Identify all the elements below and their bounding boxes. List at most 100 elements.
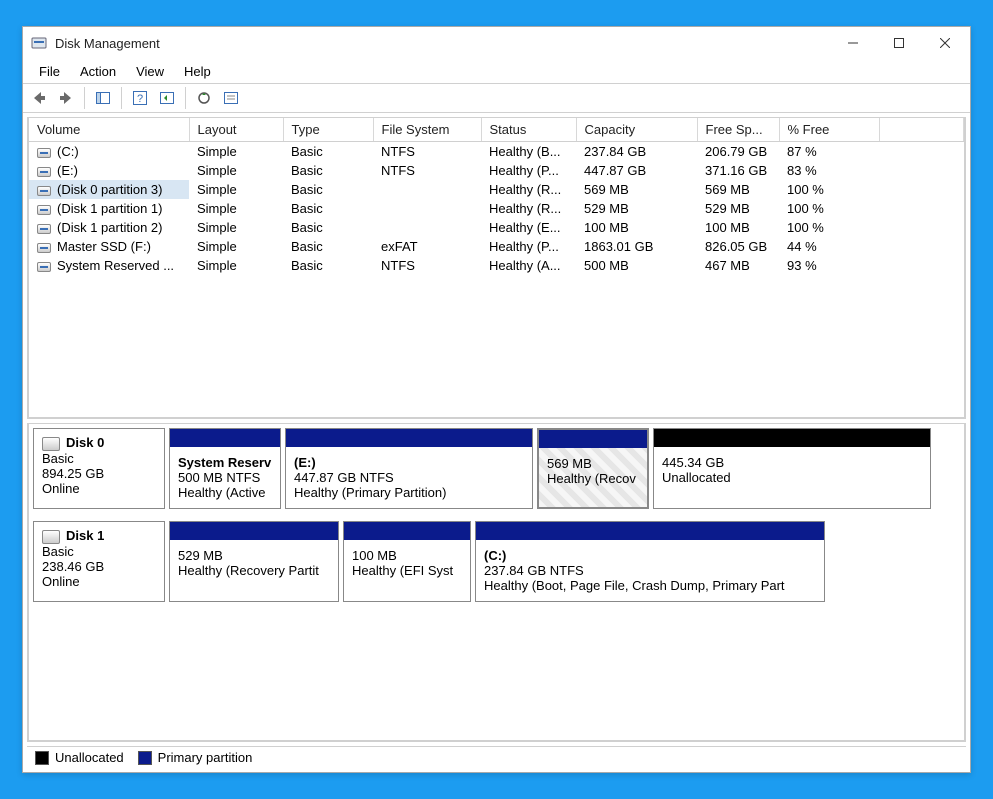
legend: Unallocated Primary partition: [27, 746, 966, 768]
volume-icon: [37, 148, 51, 158]
disk-status: Online: [42, 481, 156, 496]
partition-stripe: [539, 430, 647, 448]
partition-status: Healthy (Recov: [547, 471, 639, 486]
menu-help[interactable]: Help: [174, 62, 221, 81]
volume-header-row[interactable]: VolumeLayoutTypeFile SystemStatusCapacit…: [29, 118, 964, 142]
volume-icon: [37, 205, 51, 215]
toolbar-separator: [121, 87, 122, 109]
close-button[interactable]: [922, 28, 968, 58]
partition-stripe: [654, 429, 930, 447]
titlebar: Disk Management: [23, 27, 970, 59]
disk-row: Disk 1Basic238.46 GBOnline529 MBHealthy …: [29, 517, 964, 610]
refresh-button[interactable]: [155, 86, 179, 110]
forward-button[interactable]: [54, 86, 78, 110]
volume-icon: [37, 186, 51, 196]
partition-box[interactable]: (E:)447.87 GB NTFSHealthy (Primary Parti…: [285, 428, 533, 509]
partition-box[interactable]: System Reserv500 MB NTFSHealthy (Active: [169, 428, 281, 509]
column-header[interactable]: % Free: [779, 118, 879, 142]
volume-row[interactable]: (C:)SimpleBasicNTFSHealthy (B...237.84 G…: [29, 142, 964, 162]
column-header[interactable]: Capacity: [576, 118, 697, 142]
help-button[interactable]: ?: [128, 86, 152, 110]
partition-stripe: [170, 429, 280, 447]
partition-title: (E:): [294, 455, 524, 470]
disk-row: Disk 0Basic894.25 GBOnlineSystem Reserv5…: [29, 424, 964, 517]
partition-size: 237.84 GB NTFS: [484, 563, 816, 578]
disk-status: Online: [42, 574, 156, 589]
partition-size: 447.87 GB NTFS: [294, 470, 524, 485]
volume-list[interactable]: VolumeLayoutTypeFile SystemStatusCapacit…: [27, 117, 966, 419]
volume-row[interactable]: (Disk 1 partition 1)SimpleBasicHealthy (…: [29, 199, 964, 218]
volume-row[interactable]: Master SSD (F:)SimpleBasicexFATHealthy (…: [29, 237, 964, 256]
partition-size: 569 MB: [547, 456, 639, 471]
partition-stripe: [286, 429, 532, 447]
partition-status: Healthy (Boot, Page File, Crash Dump, Pr…: [484, 578, 816, 593]
disk-partitions: System Reserv500 MB NTFSHealthy (Active(…: [169, 428, 960, 509]
disk-partitions: 529 MBHealthy (Recovery Partit100 MBHeal…: [169, 521, 960, 602]
menubar: File Action View Help: [23, 59, 970, 83]
svg-text:?: ?: [137, 93, 143, 105]
partition-box[interactable]: (C:)237.84 GB NTFSHealthy (Boot, Page Fi…: [475, 521, 825, 602]
partition-stripe: [170, 522, 338, 540]
back-button[interactable]: [27, 86, 51, 110]
column-header[interactable]: Status: [481, 118, 576, 142]
partition-box[interactable]: 445.34 GBUnallocated: [653, 428, 931, 509]
window-title: Disk Management: [55, 36, 830, 51]
partition-stripe: [476, 522, 824, 540]
volume-row[interactable]: (Disk 1 partition 2)SimpleBasicHealthy (…: [29, 218, 964, 237]
partition-status: Healthy (Recovery Partit: [178, 563, 330, 578]
minimize-button[interactable]: [830, 28, 876, 58]
properties-button[interactable]: [219, 86, 243, 110]
volume-icon: [37, 167, 51, 177]
column-header[interactable]: Volume: [29, 118, 189, 142]
partition-size: 100 MB: [352, 548, 462, 563]
legend-swatch: [35, 751, 49, 765]
column-header[interactable]: File System: [373, 118, 481, 142]
partition-status: Unallocated: [662, 470, 922, 485]
partition-status: Healthy (EFI Syst: [352, 563, 462, 578]
disk-size: 238.46 GB: [42, 559, 156, 574]
partition-box[interactable]: 569 MBHealthy (Recov: [537, 428, 649, 509]
partition-stripe: [344, 522, 470, 540]
toolbar-separator: [185, 87, 186, 109]
legend-swatch: [138, 751, 152, 765]
partition-title: (C:): [484, 548, 816, 563]
column-header[interactable]: Layout: [189, 118, 283, 142]
maximize-button[interactable]: [876, 28, 922, 58]
app-icon: [31, 35, 47, 51]
disk-type: Basic: [42, 544, 156, 559]
menu-view[interactable]: View: [126, 62, 174, 81]
menu-file[interactable]: File: [29, 62, 70, 81]
legend-label: Unallocated: [55, 750, 124, 765]
partition-size: 500 MB NTFS: [178, 470, 272, 485]
disk-name: Disk 0: [66, 435, 104, 450]
disk-graphical-view[interactable]: Disk 0Basic894.25 GBOnlineSystem Reserv5…: [27, 423, 966, 742]
volume-table: VolumeLayoutTypeFile SystemStatusCapacit…: [29, 118, 964, 275]
disk-management-window: Disk Management File Action View Help: [22, 26, 971, 773]
legend-label: Primary partition: [158, 750, 253, 765]
disk-name: Disk 1: [66, 528, 104, 543]
partition-box[interactable]: 529 MBHealthy (Recovery Partit: [169, 521, 339, 602]
toolbar-separator: [84, 87, 85, 109]
volume-row[interactable]: (E:)SimpleBasicNTFSHealthy (P...447.87 G…: [29, 161, 964, 180]
disk-size: 894.25 GB: [42, 466, 156, 481]
partition-status: Healthy (Primary Partition): [294, 485, 524, 500]
column-header[interactable]: Free Sp...: [697, 118, 779, 142]
disk-type: Basic: [42, 451, 156, 466]
volume-icon: [37, 243, 51, 253]
column-header[interactable]: Type: [283, 118, 373, 142]
show-hide-tree-button[interactable]: [91, 86, 115, 110]
disk-info-box[interactable]: Disk 1Basic238.46 GBOnline: [33, 521, 165, 602]
partition-size: 445.34 GB: [662, 455, 922, 470]
volume-row[interactable]: System Reserved ...SimpleBasicNTFSHealth…: [29, 256, 964, 275]
disk-icon: [42, 530, 60, 544]
rescan-button[interactable]: [192, 86, 216, 110]
partition-box[interactable]: 100 MBHealthy (EFI Syst: [343, 521, 471, 602]
toolbar: ?: [23, 83, 970, 113]
volume-row[interactable]: (Disk 0 partition 3)SimpleBasicHealthy (…: [29, 180, 964, 199]
disk-info-box[interactable]: Disk 0Basic894.25 GBOnline: [33, 428, 165, 509]
partition-size: 529 MB: [178, 548, 330, 563]
partition-status: Healthy (Active: [178, 485, 272, 500]
partition-title: System Reserv: [178, 455, 272, 470]
menu-action[interactable]: Action: [70, 62, 126, 81]
volume-icon: [37, 262, 51, 272]
